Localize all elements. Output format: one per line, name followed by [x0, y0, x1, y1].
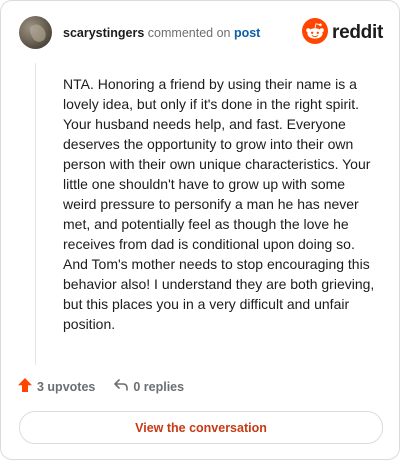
reddit-brand[interactable]: reddit — [302, 17, 383, 49]
view-conversation-label: View the conversation — [135, 420, 267, 435]
reply-button[interactable]: 0 replies — [113, 377, 184, 398]
post-link[interactable]: post — [234, 26, 260, 40]
view-conversation-button[interactable]: View the conversation — [19, 411, 383, 444]
reply-count: 0 replies — [133, 380, 185, 394]
reply-arrow-icon — [113, 377, 129, 398]
byline: scarystingers commented on post — [63, 26, 260, 41]
reddit-wordmark: reddit — [332, 22, 383, 43]
comment-header: scarystingers commented on post reddit — [19, 16, 383, 52]
user-avatar[interactable] — [19, 16, 52, 49]
username-link[interactable]: scarystingers — [63, 26, 144, 40]
reddit-snoo-icon — [302, 17, 329, 49]
comment-body: NTA. Honoring a friend by using their na… — [63, 76, 375, 332]
thread-line — [35, 63, 36, 365]
upvote-count: 3 upvotes — [37, 380, 96, 394]
byline-action-text: commented on — [144, 26, 234, 40]
reddit-comment-embed: scarystingers commented on post reddit N… — [0, 0, 400, 460]
upvote-button[interactable]: 3 upvotes — [17, 377, 95, 398]
upvote-arrow-icon — [17, 377, 33, 398]
comment-actions: 3 upvotes 0 replies — [17, 377, 184, 397]
